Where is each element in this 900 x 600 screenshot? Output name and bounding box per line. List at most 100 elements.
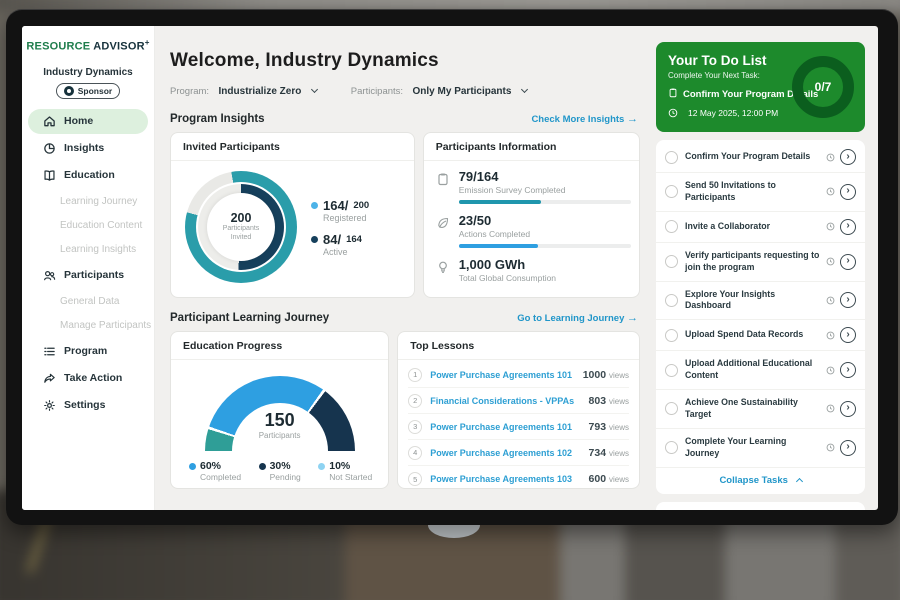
todo-item[interactable]: Confirm Your Program Details › bbox=[656, 142, 865, 173]
sidebar-item-settings[interactable]: Settings bbox=[28, 393, 148, 418]
todo-due-date: 12 May 2025, 12:00 PM bbox=[688, 108, 778, 118]
sidebar-item-manage-participants[interactable]: Manage Participants bbox=[22, 314, 154, 337]
collapse-tasks-link[interactable]: Collapse Tasks bbox=[656, 468, 865, 490]
chevron-right-button[interactable]: › bbox=[840, 327, 856, 343]
todo-item[interactable]: Verify participants requesting to join t… bbox=[656, 243, 865, 282]
checkbox-circle[interactable] bbox=[665, 294, 678, 307]
donut-center-label: Participants bbox=[223, 225, 260, 234]
sidebar-item-insights[interactable]: Insights bbox=[28, 136, 148, 161]
chevron-right-button[interactable]: › bbox=[840, 292, 856, 308]
donut-center-label: Invited bbox=[231, 234, 252, 243]
checkbox-circle[interactable] bbox=[665, 151, 678, 164]
gauge-legend: 60% Completed 30% Pending 10% Not Starte… bbox=[171, 452, 388, 482]
lesson-row: 1 Power Purchase Agreements 101 1000 vie… bbox=[408, 362, 629, 388]
sidebar-item-label: Program bbox=[64, 345, 107, 357]
logo-plus: + bbox=[145, 38, 150, 47]
todo-item[interactable]: Upload Additional Educational Content › bbox=[656, 351, 865, 390]
sponsor-badge-icon bbox=[64, 86, 74, 96]
card-title: Top Lessons bbox=[398, 332, 639, 360]
todo-item[interactable]: Upload Spend Data Records › bbox=[656, 320, 865, 351]
lesson-rank: 2 bbox=[408, 394, 422, 408]
section-title-program-insights: Program Insights bbox=[170, 113, 265, 125]
checkbox-circle[interactable] bbox=[665, 402, 678, 415]
chevron-right-button[interactable]: › bbox=[840, 254, 856, 270]
lesson-link[interactable]: Power Purchase Agreements 101 bbox=[430, 422, 588, 432]
sidebar-item-label: Home bbox=[64, 115, 93, 127]
todo-progress-ring: 0/7 bbox=[792, 56, 854, 118]
stat-value: 1,000 GWh bbox=[459, 257, 556, 272]
chevron-down-icon bbox=[311, 86, 318, 93]
chevron-right-button[interactable]: › bbox=[840, 362, 856, 378]
sidebar: RESOURCE ADVISOR+ Industry Dynamics Spon… bbox=[22, 26, 155, 510]
lesson-link[interactable]: Power Purchase Agreements 101 bbox=[430, 370, 582, 380]
checkbox-circle[interactable] bbox=[665, 185, 678, 198]
logo-resource: RESOURCE bbox=[26, 41, 90, 53]
todo-item-label: Verify participants requesting to join t… bbox=[685, 250, 821, 274]
lightbulb-icon bbox=[436, 260, 451, 283]
list-icon bbox=[43, 345, 56, 358]
clock-icon bbox=[826, 296, 835, 305]
checkbox-circle[interactable] bbox=[665, 255, 678, 268]
sidebar-item-learning-insights[interactable]: Learning Insights bbox=[22, 238, 154, 261]
education-gauge-chart: 150 Participants bbox=[205, 376, 355, 452]
checkbox-circle[interactable] bbox=[665, 220, 678, 233]
legend-dot-completed bbox=[189, 463, 196, 470]
chevron-right-button[interactable]: › bbox=[840, 184, 856, 200]
clock-icon bbox=[826, 153, 835, 162]
lesson-rank: 1 bbox=[408, 368, 422, 382]
gear-icon bbox=[43, 399, 56, 412]
todo-item[interactable]: Achieve One Sustainability Target › bbox=[656, 390, 865, 429]
sidebar-item-program[interactable]: Program bbox=[28, 339, 148, 364]
logo-advisor: ADVISOR bbox=[93, 41, 145, 53]
top-lessons-card: Top Lessons 1 Power Purchase Agreements … bbox=[397, 331, 640, 489]
lesson-rank: 5 bbox=[408, 472, 422, 486]
lesson-link[interactable]: Financial Considerations - VPPAs bbox=[430, 396, 588, 406]
lesson-rank: 4 bbox=[408, 446, 422, 460]
todo-list-card: Confirm Your Program Details › Send 50 I… bbox=[656, 140, 865, 494]
clock-icon bbox=[826, 366, 835, 375]
go-to-learning-journey-link[interactable]: Go to Learning Journey → bbox=[517, 312, 638, 324]
lesson-link[interactable]: Power Purchase Agreements 102 bbox=[430, 448, 588, 458]
sidebar-item-participants[interactable]: Participants bbox=[28, 263, 148, 288]
checkbox-circle[interactable] bbox=[665, 441, 678, 454]
participants-dropdown[interactable]: Participants: Only My Participants bbox=[351, 81, 527, 99]
lesson-row: 2 Financial Considerations - VPPAs 803 v… bbox=[408, 388, 629, 414]
lesson-link[interactable]: Power Purchase Agreements 103 bbox=[430, 474, 588, 484]
donut-center-value: 200 bbox=[231, 211, 252, 225]
chevron-right-button[interactable]: › bbox=[840, 149, 856, 165]
todo-progress-value: 0/7 bbox=[815, 80, 832, 94]
donut-legend: 164/200 Registered 84/164 Active bbox=[311, 189, 369, 266]
clock-icon bbox=[668, 108, 678, 118]
todo-item[interactable]: Invite a Collaborator › bbox=[656, 212, 865, 243]
sidebar-item-education-content[interactable]: Education Content bbox=[22, 214, 154, 237]
sidebar-item-general-data[interactable]: General Data bbox=[22, 290, 154, 313]
page-title: Welcome, Industry Dynamics bbox=[170, 50, 640, 72]
app-logo: RESOURCE ADVISOR+ bbox=[22, 38, 154, 53]
todo-item-label: Confirm Your Program Details bbox=[685, 151, 821, 163]
checkbox-circle[interactable] bbox=[665, 329, 678, 342]
todo-item[interactable]: Send 50 Invitations to Participants › bbox=[656, 173, 865, 212]
chevron-right-button[interactable]: › bbox=[840, 401, 856, 417]
chevron-up-icon bbox=[796, 477, 803, 484]
legend-dot-active bbox=[311, 236, 318, 243]
education-progress-card: Education Progress 150 Participants 60% … bbox=[170, 331, 389, 489]
stat-label: Total Global Consumption bbox=[459, 273, 556, 283]
todo-item[interactable]: Complete Your Learning Journey › bbox=[656, 429, 865, 468]
todo-item[interactable]: Explore Your Insights Dashboard › bbox=[656, 282, 865, 321]
check-more-insights-link[interactable]: Check More Insights → bbox=[531, 113, 638, 125]
take-action-icon bbox=[43, 372, 56, 385]
program-dropdown[interactable]: Program: Industrialize Zero bbox=[170, 81, 317, 99]
sidebar-item-home[interactable]: Home bbox=[28, 109, 148, 134]
participants-information-card: Participants Information 79/164 Emission… bbox=[423, 132, 640, 298]
sidebar-item-education[interactable]: Education bbox=[28, 163, 148, 188]
checkbox-circle[interactable] bbox=[665, 364, 678, 377]
sidebar-item-label: Education bbox=[64, 169, 115, 181]
chevron-right-button[interactable]: › bbox=[840, 440, 856, 456]
program-value: Industrialize Zero bbox=[219, 86, 302, 97]
sidebar-item-take-action[interactable]: Take Action bbox=[28, 366, 148, 391]
invited-participants-card: Invited Participants 200 Participants In… bbox=[170, 132, 415, 298]
legend-label: Active bbox=[323, 247, 369, 257]
chevron-right-button[interactable]: › bbox=[840, 219, 856, 235]
sidebar-item-learning-journey[interactable]: Learning Journey bbox=[22, 190, 154, 213]
insights-icon bbox=[43, 142, 56, 155]
